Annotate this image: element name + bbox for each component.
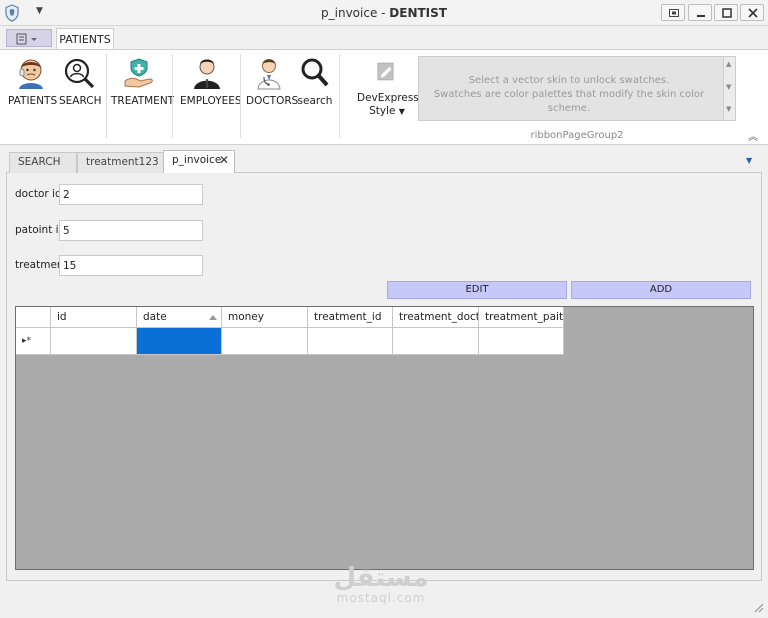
application-menu-button[interactable] (6, 29, 52, 47)
devexpress-style-label: DevExpress Style ▼ (357, 92, 419, 118)
ribbon-panel: PATIENTS SEARCH TREATMENT EMPLOYEES DOCT… (0, 49, 768, 145)
column-header-treatment-paition[interactable]: treatment_paition_ (479, 307, 564, 328)
search-icon (301, 58, 329, 87)
ribbon-separator (172, 54, 173, 138)
invoice-grid[interactable]: id date money treatment_id treatment_doc… (15, 306, 754, 570)
column-header-treatment-doctor[interactable]: treatment_doctor_ (393, 307, 479, 328)
employees-button[interactable]: EMPLOYEES (180, 54, 242, 114)
search-patient-button-label: SEARCH (59, 95, 102, 107)
doctor-id-label: doctor id (15, 188, 62, 200)
gallery-expand-icon[interactable]: ▼ (726, 105, 731, 113)
tab-p-invoice-label: p_invoice (172, 154, 222, 166)
treatment-field[interactable] (59, 255, 203, 276)
watermark-logo: مستقل mostaql.com (306, 565, 456, 605)
gallery-message-line2: Swatches are color palettes that modify … (433, 89, 705, 114)
window-title: p_invoice - DENTIST (321, 6, 447, 20)
column-header-date[interactable]: date (137, 307, 222, 328)
devexpress-style-line1: DevExpress (357, 92, 419, 104)
doctor-id-field[interactable] (59, 184, 203, 205)
cell-treatment-paition[interactable] (479, 328, 564, 355)
edit-button[interactable]: EDIT (387, 281, 567, 299)
title-bar: ▼ p_invoice - DENTIST (0, 0, 768, 26)
dropdown-arrow-icon: ▼ (398, 107, 405, 116)
column-header-treatment-id[interactable]: treatment_id (308, 307, 393, 328)
ribbon-group-caption: ribbonPageGroup2 (530, 130, 624, 141)
patient-id-field[interactable] (59, 220, 203, 241)
close-icon (748, 8, 758, 18)
gallery-scrollbar[interactable]: ▲ ▼ ▼ (723, 57, 735, 120)
document-tabs: SEARCH treatment123 p_invoice ✕ (6, 150, 762, 173)
patient-icon (19, 59, 43, 89)
skin-palette-gallery[interactable]: Select a vector skin to unlock swatches.… (418, 56, 736, 121)
cell-treatment-doctor[interactable] (393, 328, 479, 355)
gallery-message-line1: Select a vector skin to unlock swatches. (468, 75, 670, 86)
column-header-money[interactable]: money (222, 307, 308, 328)
close-tab-icon[interactable]: ✕ (219, 151, 229, 170)
devexpress-style-button[interactable]: DevExpress Style ▼ (357, 54, 419, 117)
restore-button[interactable] (661, 4, 685, 21)
patient-id-label: patoint id (15, 224, 66, 236)
gallery-message: Select a vector skin to unlock swatches.… (419, 74, 719, 116)
treatment-icon (124, 58, 153, 88)
column-header-id[interactable]: id (51, 307, 137, 328)
cell-id[interactable] (51, 328, 137, 355)
ribbon-tab-patients[interactable]: PATIENTS (56, 28, 114, 51)
search-button[interactable]: search (296, 54, 334, 114)
scroll-down-icon[interactable]: ▼ (726, 83, 731, 91)
employees-button-label: EMPLOYEES (180, 95, 242, 107)
ribbon-collapse-icon[interactable]: ︽ (748, 128, 758, 143)
doctors-button[interactable]: DOCTORS (246, 54, 299, 114)
minimize-icon (697, 15, 705, 17)
resize-grip-icon[interactable] (752, 601, 764, 613)
ribbon-separator (106, 54, 107, 138)
treatment-button-label: TREATMENT (111, 95, 175, 107)
close-button[interactable] (740, 4, 764, 21)
minimize-button[interactable] (688, 4, 712, 21)
cell-date-selected[interactable] (137, 328, 222, 355)
cell-treatment-id[interactable] (308, 328, 393, 355)
grid-row-header-corner (16, 307, 51, 328)
search-person-icon (64, 58, 95, 89)
patients-button-label: PATIENTS (8, 95, 58, 107)
maximize-icon (722, 8, 732, 18)
add-button[interactable]: ADD (571, 281, 751, 299)
style-icon (377, 62, 394, 81)
ribbon-separator (339, 54, 340, 138)
tab-treatment123[interactable]: treatment123 (77, 152, 165, 173)
patients-button[interactable]: PATIENTS (8, 54, 58, 114)
tab-treatment123-label: treatment123 (86, 156, 159, 168)
search-patient-button[interactable]: SEARCH (59, 54, 102, 114)
tab-search-label: SEARCH (18, 156, 61, 168)
ribbon-tab-row: PATIENTS (0, 26, 768, 51)
watermark-url: mostaql.com (336, 591, 426, 605)
doctor-icon (257, 59, 281, 90)
tabs-dropdown-icon[interactable]: ▼ (746, 156, 752, 165)
ribbon-separator (240, 54, 241, 138)
doctors-button-label: DOCTORS (246, 95, 299, 107)
row-header[interactable]: ▸* (16, 328, 51, 355)
treatment-button[interactable]: TREATMENT (111, 54, 175, 114)
restore-icon (669, 9, 679, 17)
scroll-up-icon[interactable]: ▲ (726, 60, 731, 68)
employee-icon (194, 59, 220, 89)
tab-p-invoice[interactable]: p_invoice ✕ (163, 150, 235, 173)
maximize-button[interactable] (714, 4, 738, 21)
app-menu-icon (16, 33, 37, 45)
devexpress-style-line2: Style (369, 105, 396, 117)
tab-search[interactable]: SEARCH (9, 152, 77, 173)
new-row-indicator-icon: ▸* (22, 336, 32, 346)
watermark-arabic: مستقل (333, 563, 429, 593)
cell-money[interactable] (222, 328, 308, 355)
search-button-label: search (297, 95, 333, 107)
